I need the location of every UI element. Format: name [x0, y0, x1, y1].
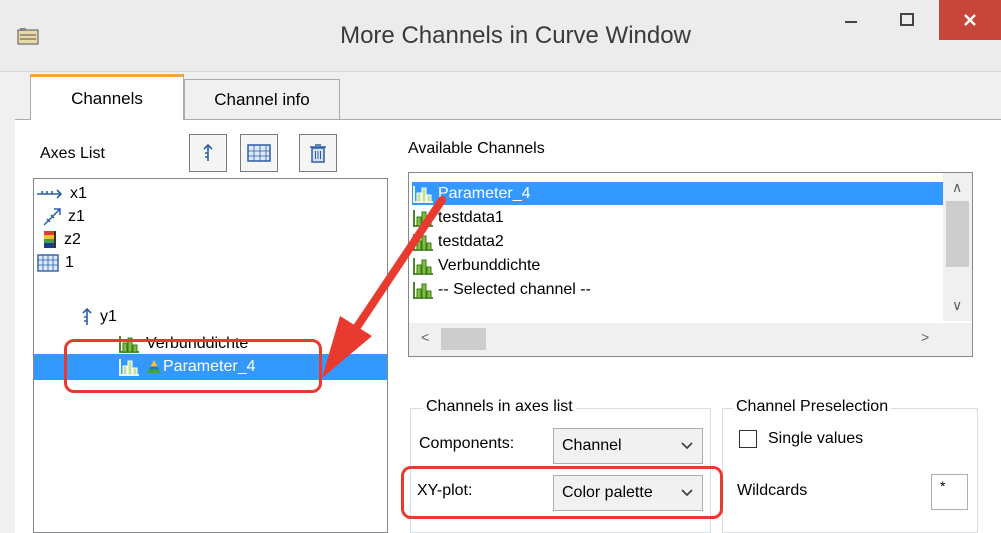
maximize-icon	[900, 13, 914, 26]
list-item-label: testdata2	[438, 232, 504, 250]
delete-button[interactable]	[299, 134, 337, 172]
available-channels-list[interactable]: Parameter_4 testdata1 testdata2 Verbundd…	[408, 172, 973, 357]
list-item[interactable]: testdata1	[412, 206, 943, 229]
single-values-checkbox[interactable]	[739, 430, 757, 448]
close-button[interactable]	[939, 0, 1001, 40]
tab-channels[interactable]: Channels	[30, 74, 184, 120]
channel-icon	[413, 257, 433, 275]
list-item[interactable]: Verbunddichte	[412, 254, 943, 277]
list-item[interactable]: testdata2	[412, 230, 943, 253]
tree-item-z2[interactable]: z2	[42, 228, 81, 252]
frame-grid-icon	[37, 254, 59, 272]
callout-parameter-4	[64, 339, 322, 393]
z-axis-3d-icon	[43, 208, 61, 226]
channel-icon	[413, 209, 433, 227]
single-values-label[interactable]: Single values	[768, 430, 863, 448]
y-axis-icon	[203, 143, 213, 161]
horizontal-scrollbar[interactable]: < >	[409, 323, 943, 356]
channel-icon	[413, 233, 433, 251]
list-item-label: Verbunddichte	[438, 256, 541, 274]
tree-item-label: x1	[70, 185, 87, 202]
list-item-label: Parameter_4	[438, 184, 531, 202]
list-item-label: -- Selected channel --	[438, 280, 591, 298]
title-bar: More Channels in Curve Window	[0, 0, 1001, 72]
vertical-scroll-thumb[interactable]	[946, 201, 969, 267]
add-y-axis-button[interactable]	[189, 134, 227, 172]
channel-preselection-group: Channel Preselection	[722, 398, 978, 533]
tree-item-frame-1[interactable]: 1	[37, 251, 74, 275]
scroll-down-icon[interactable]: ∨	[952, 297, 962, 314]
tree-item-label: z2	[64, 231, 81, 248]
wildcards-label: Wildcards	[737, 482, 808, 499]
color-bar-icon	[44, 231, 56, 248]
list-item[interactable]: Parameter_4	[412, 182, 943, 205]
frame-grid-icon	[247, 144, 271, 162]
group-title: Channel Preselection	[733, 398, 892, 416]
list-item-label: testdata1	[438, 208, 504, 226]
available-channels-label: Available Channels	[408, 140, 545, 157]
channel-icon	[413, 185, 433, 203]
chevron-down-icon	[681, 442, 693, 450]
axes-list-label: Axes List	[40, 145, 105, 162]
close-icon	[964, 14, 976, 26]
add-frame-button[interactable]	[240, 134, 278, 172]
maximize-button[interactable]	[882, 0, 932, 40]
components-label: Components:	[419, 435, 515, 452]
tree-item-z1[interactable]: z1	[42, 205, 85, 229]
components-value: Channel	[562, 437, 622, 454]
trash-icon	[310, 144, 326, 163]
channel-icon	[413, 281, 433, 299]
callout-xyplot	[401, 466, 723, 519]
minimize-button[interactable]	[826, 0, 876, 40]
vertical-scrollbar[interactable]: ∧ ∨	[943, 173, 972, 321]
scroll-left-icon[interactable]: <	[421, 329, 429, 345]
scroll-corner	[943, 323, 972, 356]
x-axis-icon	[37, 189, 63, 199]
list-item[interactable]: -- Selected channel --	[412, 278, 943, 301]
wildcards-input[interactable]: *	[931, 474, 968, 510]
tree-item-label: z1	[68, 208, 85, 225]
horizontal-scroll-thumb[interactable]	[441, 328, 486, 350]
scroll-up-icon[interactable]: ∧	[952, 179, 962, 196]
tree-item-x1[interactable]: x1	[36, 182, 87, 206]
components-dropdown[interactable]: Channel	[553, 428, 703, 464]
minimize-icon	[845, 21, 857, 23]
y-axis-icon	[82, 308, 92, 325]
tree-item-label: y1	[100, 308, 117, 325]
group-title: Channels in axes list	[423, 398, 576, 416]
scroll-right-icon[interactable]: >	[921, 329, 929, 345]
tab-channel-info[interactable]: Channel info	[184, 79, 340, 120]
tree-item-y1[interactable]: y1	[80, 305, 117, 329]
tree-item-label: 1	[65, 254, 74, 271]
